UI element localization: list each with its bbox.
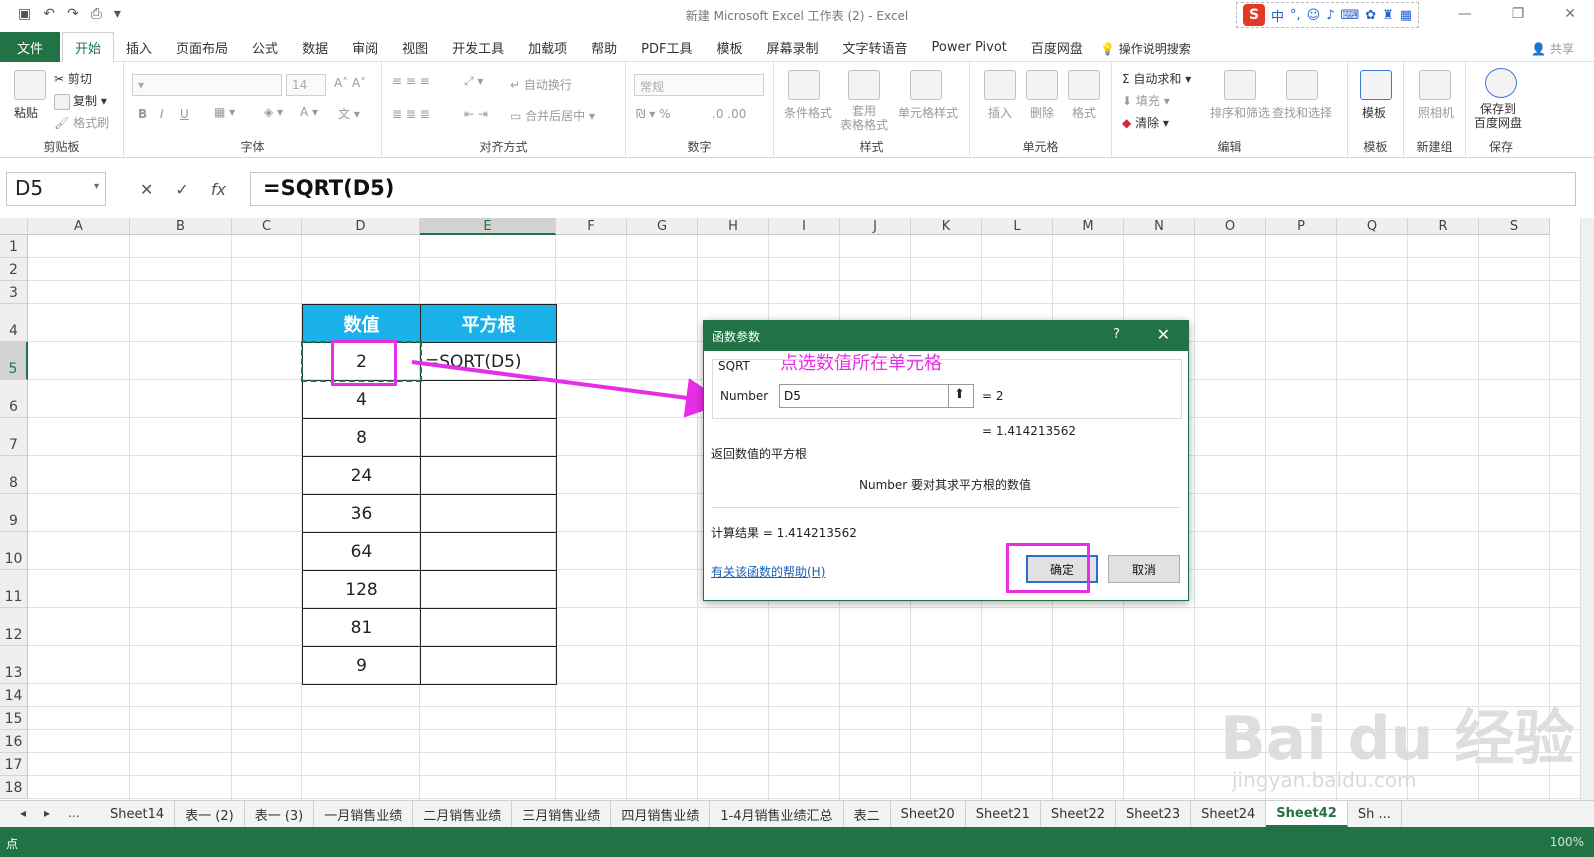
sheet-tab-bar: ◂ ▸ ... Sheet14 表一 (2) 表一 (3) 一月销售业绩 二月销售业绩三… [0,800,1594,828]
sheet-tab[interactable]: 表一 (3) [245,801,315,828]
zoom-level[interactable]: 100% [1550,835,1584,849]
baidu-watermark-url: jingyan.baidu.com [1232,768,1417,792]
baidu-watermark: Bai du 经验 [1220,704,1575,774]
sheet-tab[interactable]: Sheet22 [1041,801,1116,828]
sheet-tab[interactable]: Sh ... [1348,801,1402,828]
status-text: 点 [6,837,19,851]
function-help-link[interactable]: 有关该函数的帮助(H) [711,563,825,580]
arg-description: Number 要对其求平方根的数值 [859,478,1032,492]
help-icon[interactable]: ? [1113,327,1120,342]
collapse-dialog-icon[interactable]: ⬆ [948,384,970,408]
sheet-nav: ◂ ▸ ... [20,806,80,820]
dialog-title: 函数参数 [712,330,761,344]
sheet-tab[interactable]: Sheet21 [966,801,1041,828]
sheet-tab[interactable]: 表一 (2) [175,801,245,828]
sheet-tab[interactable]: Sheet42 [1266,801,1348,828]
sheet-tab[interactable]: 四月销售业绩 [611,801,711,828]
next-sheet-icon[interactable]: ▸ [44,806,50,820]
sheet-tab[interactable]: 一月销售业绩 [314,801,414,828]
sheet-tab[interactable]: 二月销售业绩 [413,801,513,828]
cancel-button[interactable]: 取消 [1108,555,1180,583]
number-arg-input[interactable]: D5 [779,384,974,408]
dialog-title-bar[interactable]: 函数参数 ? ✕ [704,321,1188,351]
more-sheets[interactable]: ... [68,806,79,820]
sheet-tab[interactable]: 表二 [844,801,891,828]
formula-preview-result: = 1.414213562 [982,424,1077,438]
function-description: 返回数值的平方根 [711,447,808,461]
sheet-tab[interactable]: 三月销售业绩 [512,801,612,828]
arg-result: = 2 [982,389,1004,403]
prev-sheet-icon[interactable]: ◂ [20,806,26,820]
sheet-tab[interactable]: Sheet23 [1116,801,1192,828]
sheet-tab[interactable]: Sheet20 [891,801,966,828]
divider [712,507,1180,508]
arg-label: Number [720,389,769,403]
highlight-ok-box [1006,543,1090,593]
sheet-tab[interactable]: Sheet14 [100,801,176,828]
sheet-tab[interactable]: 1-4月销售业绩汇总 [710,801,844,828]
sheet-tab[interactable]: Sheet24 [1191,801,1267,828]
close-icon[interactable]: ✕ [1157,325,1170,344]
calc-result: 计算结果 = 1.414213562 [711,526,857,540]
function-arguments-dialog: 函数参数 ? ✕ 点选数值所在单元格 SQRT Number D5 ⬆ = 2 … [703,320,1189,601]
status-bar: 点 100% [0,827,1594,857]
